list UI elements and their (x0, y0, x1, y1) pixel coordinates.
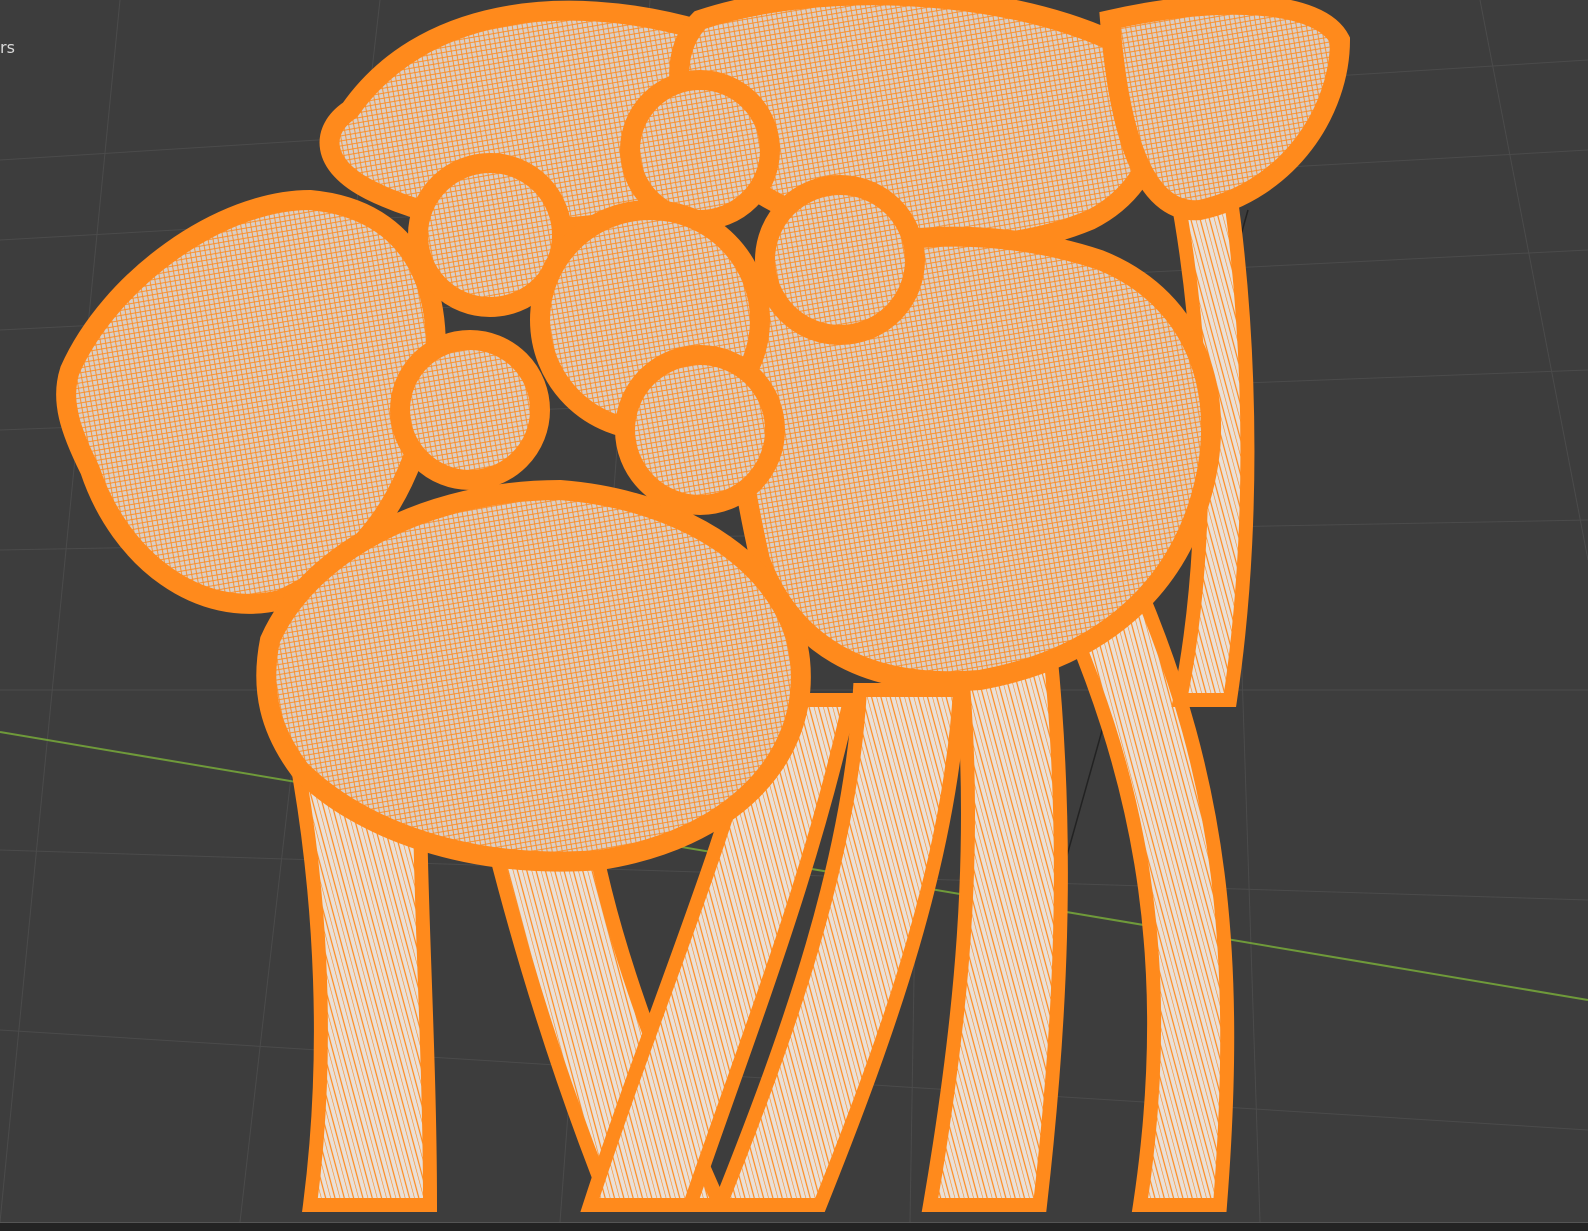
viewport-canvas[interactable] (0, 0, 1588, 1222)
viewport-overlay-label: rs (0, 38, 15, 57)
3d-viewport[interactable]: rs (0, 0, 1588, 1222)
